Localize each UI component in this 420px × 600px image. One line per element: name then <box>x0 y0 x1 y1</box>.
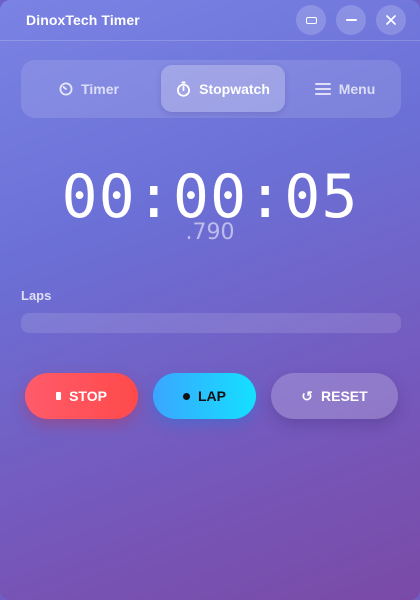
tab-timer[interactable]: Timer <box>25 65 153 112</box>
maximize-button[interactable] <box>296 5 326 35</box>
minimize-icon <box>345 19 357 21</box>
laps-list <box>21 313 401 333</box>
app-window: DinoxTech Timer Timer Stopwatch Menu 00:… <box>0 0 420 600</box>
tab-menu[interactable]: Menu <box>293 65 397 112</box>
stopwatch-icon <box>176 81 191 97</box>
tab-stopwatch[interactable]: Stopwatch <box>161 65 285 112</box>
menu-icon <box>314 82 331 96</box>
title-bar[interactable]: DinoxTech Timer <box>0 0 420 41</box>
lap-button[interactable]: LAP <box>153 373 256 419</box>
tab-timer-label: Timer <box>81 80 119 97</box>
minimize-button[interactable] <box>336 5 366 35</box>
lap-dot-icon <box>183 392 190 400</box>
laps-label: Laps <box>21 288 52 303</box>
maximize-icon <box>305 16 317 24</box>
milliseconds-display: .790 <box>185 220 235 245</box>
reset-icon: ↺ <box>301 388 314 404</box>
close-button[interactable] <box>376 5 406 35</box>
stop-button[interactable]: STOP <box>25 373 138 419</box>
tab-menu-label: Menu <box>338 80 376 97</box>
reset-label: RESET <box>321 388 368 404</box>
reset-button[interactable]: ↺ RESET <box>271 373 398 419</box>
mode-tabs: Timer Stopwatch Menu <box>21 60 401 118</box>
lap-label: LAP <box>198 388 226 404</box>
close-icon <box>386 15 396 25</box>
tab-stopwatch-label: Stopwatch <box>199 80 270 97</box>
app-title: DinoxTech Timer <box>26 12 140 28</box>
timer-icon <box>59 82 73 96</box>
stop-label: STOP <box>69 388 107 404</box>
stop-icon <box>56 392 62 400</box>
